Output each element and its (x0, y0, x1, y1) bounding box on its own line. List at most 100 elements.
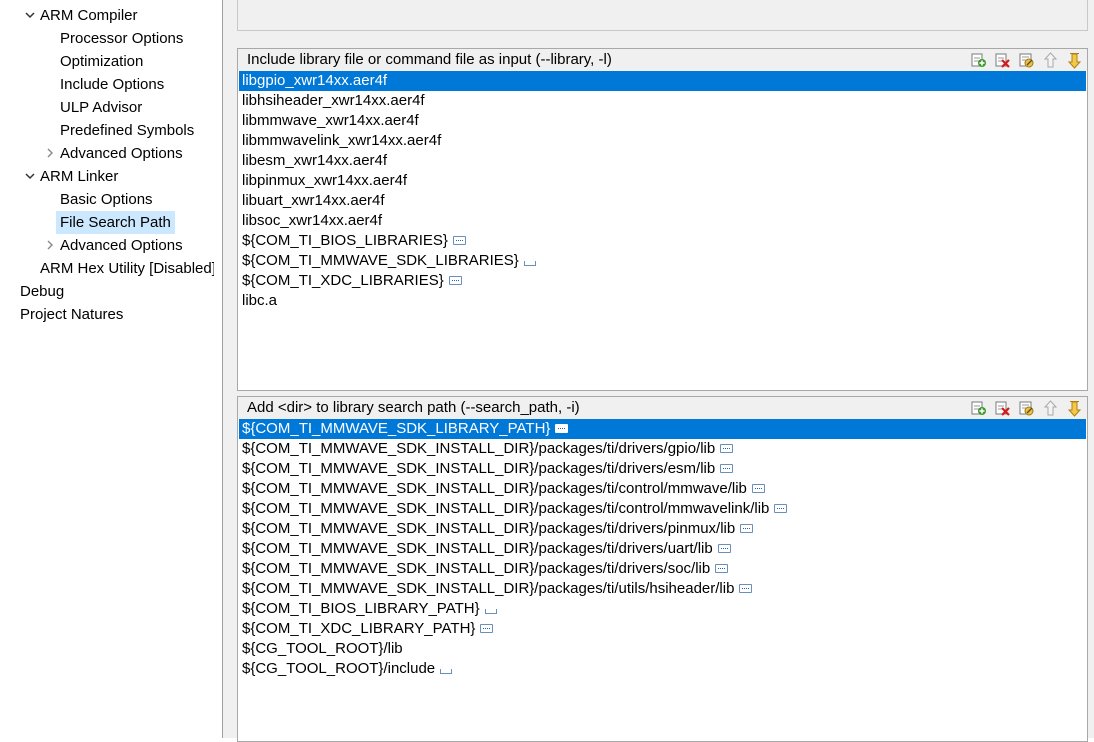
tree-item[interactable]: ARM Compiler (36, 4, 142, 27)
variable-indicator-icon (452, 235, 466, 245)
list-item[interactable]: ${COM_TI_MMWAVE_SDK_INSTALL_DIR}/package… (239, 459, 1086, 479)
tree-item[interactable]: Processor Options (56, 27, 187, 50)
list-item-text: ${COM_TI_XDC_LIBRARIES} (242, 272, 444, 289)
list-item-text: libuart_xwr14xx.aer4f (242, 192, 385, 209)
add-icon[interactable] (970, 52, 987, 69)
variable-indicator-icon (751, 483, 765, 493)
list-item[interactable]: libuart_xwr14xx.aer4f (239, 191, 1086, 211)
list-item[interactable]: ${COM_TI_MMWAVE_SDK_INSTALL_DIR}/package… (239, 559, 1086, 579)
list-item-text: ${COM_TI_MMWAVE_SDK_INSTALL_DIR}/package… (242, 500, 770, 517)
delete-icon[interactable] (994, 52, 1011, 69)
tree-item-label: Debug (20, 283, 65, 300)
settings-tree: ARM Compiler Processor Options Optimizatio… (0, 0, 214, 738)
library-list[interactable]: libgpio_xwr14xx.aer4f libhsiheader_xwr14x… (239, 71, 1086, 311)
group-toolbar (970, 52, 1083, 70)
chevron-down-icon[interactable] (24, 165, 38, 188)
list-item[interactable]: libmmwavelink_xwr14xx.aer4f (239, 131, 1086, 151)
move-down-icon[interactable] (1066, 52, 1083, 69)
list-item-text: ${COM_TI_XDC_LIBRARY_PATH} (242, 620, 476, 637)
variable-indicator-icon (720, 443, 734, 453)
list-item[interactable]: ${COM_TI_MMWAVE_SDK_LIBRARIES} (239, 251, 1086, 271)
space-marker-icon (523, 260, 536, 266)
list-item[interactable]: ${COM_TI_MMWAVE_SDK_INSTALL_DIR}/package… (239, 479, 1086, 499)
group-header: Add <dir> to library search path (--sear… (238, 397, 1087, 419)
space-marker-icon (440, 668, 453, 674)
list-item-text: ${COM_TI_MMWAVE_SDK_INSTALL_DIR}/package… (242, 460, 716, 477)
list-item[interactable]: ${COM_TI_BIOS_LIBRARIES} (239, 231, 1086, 251)
tree-item-label: ULP Advisor (60, 99, 143, 116)
tree-item[interactable]: File Search Path (56, 211, 175, 234)
variable-indicator-icon (555, 423, 569, 433)
tree-item-label: ARM Hex Utility [Disabled] (40, 260, 214, 277)
search-path-group: Add <dir> to library search path (--sear… (237, 396, 1088, 742)
list-item-text: libgpio_xwr14xx.aer4f (242, 72, 388, 89)
list-item-text: ${COM_TI_MMWAVE_SDK_LIBRARIES} (242, 252, 519, 269)
list-item[interactable]: libgpio_xwr14xx.aer4f (239, 71, 1086, 91)
list-item[interactable]: libpinmux_xwr14xx.aer4f (239, 171, 1086, 191)
list-item-text: ${COM_TI_BIOS_LIBRARIES} (242, 232, 448, 249)
move-up-icon[interactable] (1042, 400, 1059, 417)
tree-item[interactable]: Debug (16, 280, 68, 303)
tree-item[interactable]: Advanced Options (56, 234, 187, 257)
list-item[interactable]: libsoc_xwr14xx.aer4f (239, 211, 1086, 231)
tree-item[interactable]: ARM Linker (36, 165, 122, 188)
list-item[interactable]: libesm_xwr14xx.aer4f (239, 151, 1086, 171)
tree-item-label: ARM Linker (40, 168, 119, 185)
move-up-icon[interactable] (1042, 52, 1059, 69)
group-title: Add <dir> to library search path (--sear… (247, 399, 580, 416)
variable-indicator-icon (448, 275, 462, 285)
tree-item-label: Advanced Options (60, 237, 183, 254)
search-path-list[interactable]: ${COM_TI_MMWAVE_SDK_LIBRARY_PATH} ${COM_T… (239, 419, 1086, 679)
list-item[interactable]: libmmwave_xwr14xx.aer4f (239, 111, 1086, 131)
tree-item[interactable]: ARM Hex Utility [Disabled] (36, 257, 214, 280)
tree-item[interactable]: Include Options (56, 73, 168, 96)
list-item[interactable]: ${COM_TI_MMWAVE_SDK_INSTALL_DIR}/package… (239, 499, 1086, 519)
list-item[interactable]: libhsiheader_xwr14xx.aer4f (239, 91, 1086, 111)
list-item-text: libc.a (242, 292, 278, 309)
variable-indicator-icon (740, 523, 754, 533)
list-item-text: ${COM_TI_MMWAVE_SDK_INSTALL_DIR}/package… (242, 520, 736, 537)
tree-item-label: Include Options (60, 76, 165, 93)
tree-item[interactable]: ULP Advisor (56, 96, 146, 119)
tree-item[interactable]: Optimization (56, 50, 147, 73)
list-item[interactable]: ${COM_TI_XDC_LIBRARY_PATH} (239, 619, 1086, 639)
group-toolbar (970, 400, 1083, 418)
edit-icon[interactable] (1018, 400, 1035, 417)
delete-icon[interactable] (994, 400, 1011, 417)
tree-item[interactable]: Advanced Options (56, 142, 187, 165)
list-item-text: ${COM_TI_MMWAVE_SDK_INSTALL_DIR}/package… (242, 440, 716, 457)
list-item-text: libpinmux_xwr14xx.aer4f (242, 172, 408, 189)
list-item[interactable]: ${COM_TI_MMWAVE_SDK_INSTALL_DIR}/package… (239, 539, 1086, 559)
list-item[interactable]: ${COM_TI_MMWAVE_SDK_INSTALL_DIR}/package… (239, 579, 1086, 599)
tree-item[interactable]: Project Natures (16, 303, 127, 326)
list-item-text: ${COM_TI_MMWAVE_SDK_INSTALL_DIR}/package… (242, 560, 711, 577)
variable-indicator-icon (480, 623, 494, 633)
list-item[interactable]: ${CG_TOOL_ROOT}/include (239, 659, 1086, 679)
list-item[interactable]: libc.a (239, 291, 1086, 311)
variable-indicator-icon (717, 543, 731, 553)
space-marker-icon (484, 608, 497, 614)
tree-item-label: Project Natures (20, 306, 124, 323)
tree-item-label: Advanced Options (60, 145, 183, 162)
list-item[interactable]: ${COM_TI_MMWAVE_SDK_LIBRARY_PATH} (239, 419, 1086, 439)
list-item[interactable]: ${COM_TI_MMWAVE_SDK_INSTALL_DIR}/package… (239, 519, 1086, 539)
tree-item-label: Predefined Symbols (60, 122, 195, 139)
chevron-right-icon[interactable] (44, 234, 58, 257)
list-item-text: ${COM_TI_MMWAVE_SDK_INSTALL_DIR}/package… (242, 480, 747, 497)
chevron-right-icon[interactable] (44, 142, 58, 165)
list-item-text: ${COM_TI_MMWAVE_SDK_LIBRARY_PATH} (242, 420, 551, 437)
tree-item[interactable]: Predefined Symbols (56, 119, 198, 142)
variable-indicator-icon (720, 463, 734, 473)
list-item[interactable]: ${COM_TI_BIOS_LIBRARY_PATH} (239, 599, 1086, 619)
list-item[interactable]: ${COM_TI_XDC_LIBRARIES} (239, 271, 1086, 291)
tree-item[interactable]: Basic Options (56, 188, 157, 211)
edit-icon[interactable] (1018, 52, 1035, 69)
list-item-text: libmmwave_xwr14xx.aer4f (242, 112, 419, 129)
list-item[interactable]: ${CG_TOOL_ROOT}/lib (239, 639, 1086, 659)
move-down-icon[interactable] (1066, 400, 1083, 417)
chevron-down-icon[interactable] (24, 4, 38, 27)
list-item[interactable]: ${COM_TI_MMWAVE_SDK_INSTALL_DIR}/package… (239, 439, 1086, 459)
tree-item-label: Basic Options (60, 191, 153, 208)
add-icon[interactable] (970, 400, 987, 417)
variable-indicator-icon (715, 563, 729, 573)
